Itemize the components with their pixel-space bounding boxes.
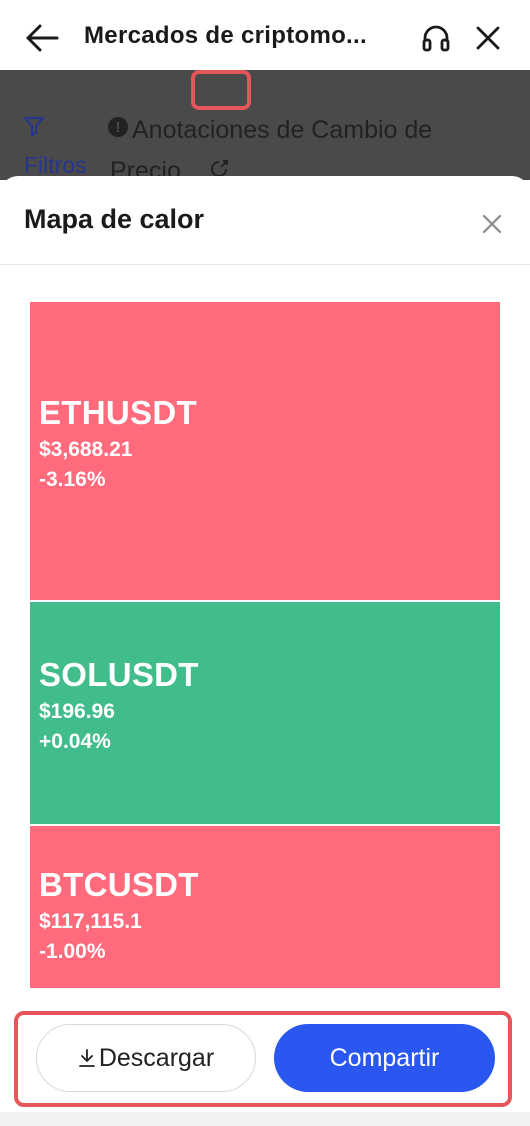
filter-icon [23, 116, 45, 137]
heatmap-tile-btcusdt[interactable]: BTCUSDT $117,115.1 -1.00% [30, 826, 500, 988]
tile-price: $196.96 [39, 700, 115, 723]
highlight-annotation-link [191, 70, 251, 110]
heatmap-tile-ethusdt[interactable]: ETHUSDT $3,688.21 -3.16% [30, 302, 500, 600]
close-icon [476, 26, 500, 50]
sheet-title: Mapa de calor [24, 204, 205, 234]
highlight-footer-buttons [14, 1011, 512, 1107]
tile-change: -3.16% [39, 468, 106, 491]
sheet-divider [0, 264, 530, 265]
tile-price: $117,115.1 [39, 910, 142, 933]
close-sheet-button[interactable] [474, 206, 510, 242]
tile-symbol: SOLUSDT [39, 656, 199, 693]
heatmap-tile-solusdt[interactable]: SOLUSDT $196.96 +0.04% [30, 602, 500, 824]
dimmed-background[interactable]: Filtros Anotaciones de Cambio de Precio … [0, 70, 530, 185]
headset-icon [422, 25, 450, 52]
heatmap-sheet: Mapa de calor ETHUSDT $3,688.21 -3.16% S… [0, 176, 530, 1126]
back-arrow-icon [26, 24, 59, 52]
back-button[interactable] [22, 20, 62, 56]
close-page-button[interactable] [470, 20, 506, 56]
tile-symbol: ETHUSDT [39, 394, 197, 431]
tile-change: +0.04% [39, 730, 111, 753]
filters-link[interactable]: Filtros [24, 152, 87, 179]
support-button[interactable] [418, 20, 454, 56]
heatmap: ETHUSDT $3,688.21 -3.16% SOLUSDT $196.96… [30, 302, 500, 988]
tile-change: -1.00% [39, 940, 106, 963]
tile-symbol: BTCUSDT [39, 866, 199, 903]
tile-price: $3,688.21 [39, 438, 133, 461]
close-icon [482, 214, 502, 234]
page-title: Mercados de criptomo... [84, 22, 367, 49]
info-icon: ! [108, 117, 128, 137]
bottom-strip [0, 1112, 530, 1126]
top-navigation-bar: Mercados de criptomo... [0, 0, 530, 70]
